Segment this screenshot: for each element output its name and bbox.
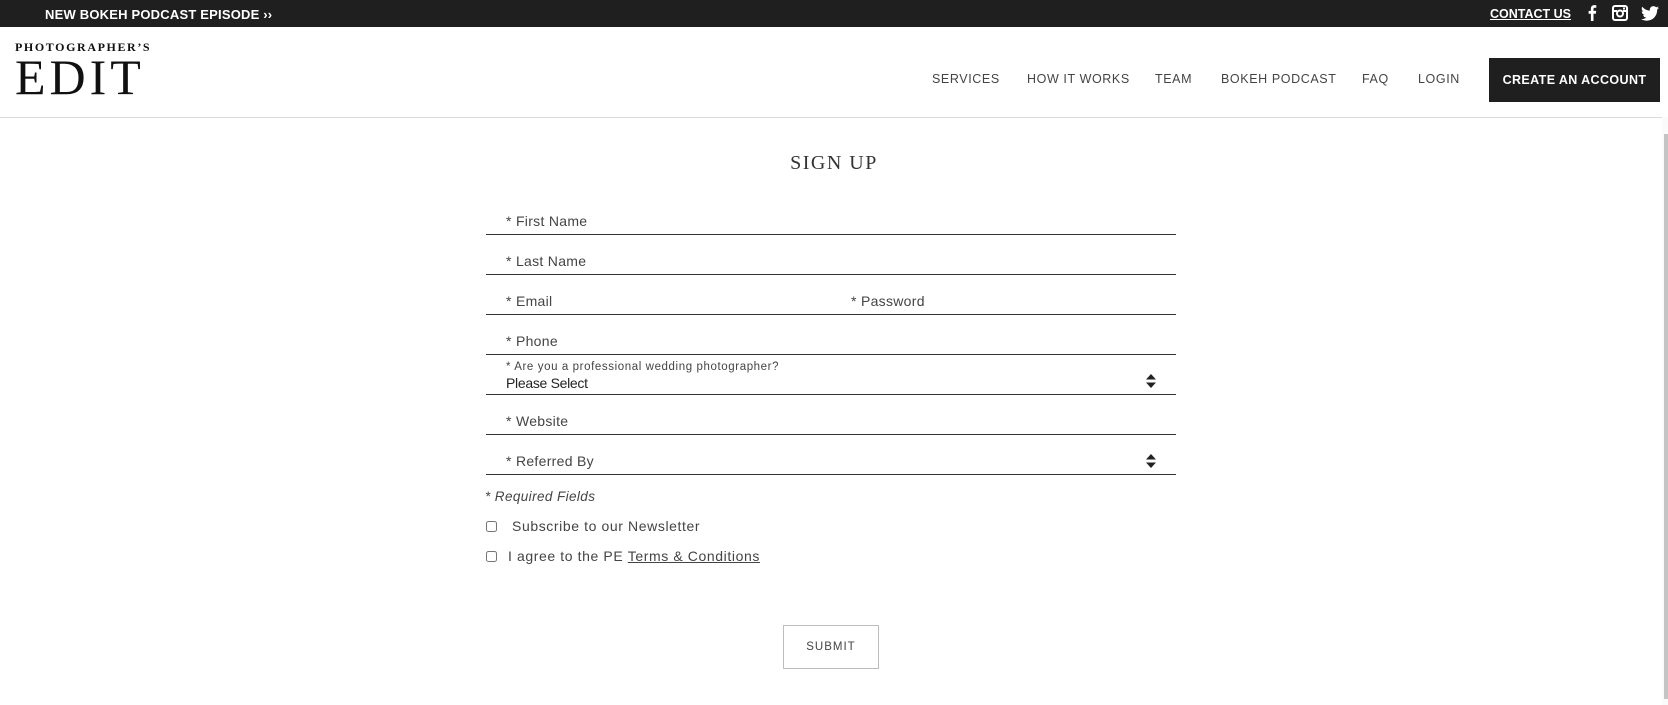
twitter-icon[interactable] [1641,4,1659,22]
select-arrows-icon [1146,374,1156,388]
page-title: SIGN UP [790,152,878,174]
newsletter-option[interactable]: Subscribe to our Newsletter [486,518,700,534]
email-password-row: * Email * Password [486,276,1176,315]
professional-photographer-value: Please Select [506,375,588,391]
nav-how-it-works[interactable]: HOW IT WORKS [1027,72,1130,86]
terms-conditions-link[interactable]: Terms & Conditions [628,548,760,564]
required-fields-note: * Required Fields [485,489,596,504]
password-field[interactable]: * Password [851,293,925,309]
nav-login[interactable]: LOGIN [1418,72,1460,86]
newsletter-checkbox[interactable] [486,520,497,532]
podcast-promo-link[interactable]: NEW BOKEH PODCAST EPISODE ›› [45,7,272,22]
select-arrows-icon [1146,454,1156,468]
last-name-field[interactable]: * Last Name [486,236,1176,275]
nav-faq[interactable]: FAQ [1362,72,1389,86]
phone-placeholder: * Phone [506,333,558,349]
logo-title: EDIT [15,49,145,105]
instagram-icon[interactable] [1611,4,1629,22]
first-name-field[interactable]: * First Name [486,196,1176,235]
terms-checkbox[interactable] [486,550,497,562]
announcement-bar: NEW BOKEH PODCAST EPISODE ›› CONTACT US [0,0,1668,27]
nav-team[interactable]: TEAM [1155,72,1192,86]
contact-us-link[interactable]: CONTACT US [1490,7,1571,21]
terms-option[interactable]: I agree to the PE Terms & Conditions [486,548,760,564]
submit-button[interactable]: SUBMIT [783,625,879,669]
terms-label: I agree to the PE [508,548,628,564]
create-account-button[interactable]: CREATE AN ACCOUNT [1489,58,1660,102]
site-logo[interactable]: PHOTOGRAPHER’S EDIT [15,41,151,105]
nav-services[interactable]: SERVICES [932,72,1000,86]
phone-field[interactable]: * Phone [486,316,1176,355]
professional-photographer-select[interactable]: * Are you a professional wedding photogr… [486,356,1176,395]
site-header: PHOTOGRAPHER’S EDIT SERVICES HOW IT WORK… [0,27,1668,118]
website-field[interactable]: * Website [486,396,1176,435]
email-field[interactable]: * Email [506,293,552,309]
scrollbar-thumb[interactable] [1664,134,1668,699]
nav-bokeh-podcast[interactable]: BOKEH PODCAST [1221,72,1336,86]
professional-photographer-label: * Are you a professional wedding photogr… [506,361,780,373]
website-placeholder: * Website [506,413,569,429]
last-name-placeholder: * Last Name [506,253,587,269]
referred-by-placeholder: * Referred By [506,453,594,469]
newsletter-label: Subscribe to our Newsletter [512,518,701,534]
first-name-placeholder: * First Name [506,213,588,229]
facebook-icon[interactable] [1583,4,1601,22]
referred-by-select[interactable]: * Referred By [486,436,1176,475]
